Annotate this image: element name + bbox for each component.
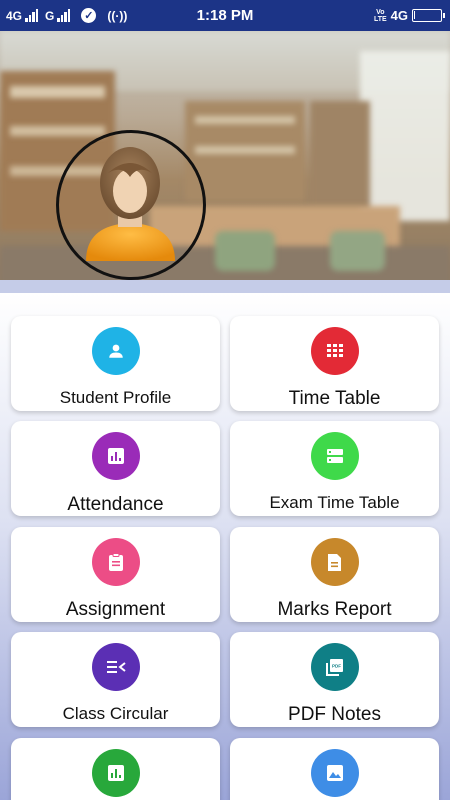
chart-icon-2	[91, 749, 140, 797]
menu-grid: Student Profile Time Table Attendance Ex…	[0, 293, 450, 800]
pdf-notes-label: PDF Notes	[288, 704, 381, 725]
network-type-right: 4G	[390, 8, 408, 23]
status-left: 4G G ✓ ((·))	[6, 0, 127, 31]
header-background-image	[0, 31, 450, 280]
time-table-label: Time Table	[288, 388, 381, 409]
class-circular-label: Class Circular	[62, 704, 169, 723]
gallery-card[interactable]	[230, 738, 439, 800]
volte-icon: Vo LTE	[374, 9, 387, 23]
chart-icon	[91, 432, 140, 480]
svg-text:PDF: PDF	[332, 663, 341, 668]
marks-report-card[interactable]: Marks Report	[230, 527, 439, 622]
image-icon	[310, 749, 359, 797]
document-icon	[310, 538, 359, 586]
status-bar: 4G G ✓ ((·)) 1:18 PM Vo LTE 4G	[0, 0, 450, 31]
student-profile-label: Student Profile	[59, 388, 172, 407]
report-card[interactable]	[11, 738, 220, 800]
attendance-label: Attendance	[67, 494, 164, 515]
pdf-icon: PDF	[310, 643, 359, 691]
grid-icon	[310, 327, 359, 375]
volte-top: Vo	[376, 8, 385, 16]
volte-bottom: LTE	[373, 15, 387, 23]
assignment-label: Assignment	[65, 599, 166, 620]
check-icon: ✓	[81, 8, 97, 23]
exam-time-table-card[interactable]: Exam Time Table	[230, 421, 439, 516]
hotspot-icon: ((·))	[107, 8, 128, 23]
class-circular-card[interactable]: Class Circular	[11, 632, 220, 727]
list-icon	[310, 432, 359, 480]
pdf-notes-card[interactable]: PDF PDF Notes	[230, 632, 439, 727]
assignment-card[interactable]: Assignment	[11, 527, 220, 622]
divider-strip	[0, 280, 450, 293]
person-icon	[91, 327, 140, 375]
feed-icon	[91, 643, 140, 691]
clipboard-icon	[91, 538, 140, 586]
attendance-card[interactable]: Attendance	[11, 421, 220, 516]
battery-icon	[412, 9, 445, 22]
marks-report-label: Marks Report	[277, 599, 392, 620]
network-type-1: 4G	[6, 8, 23, 23]
signal-icon	[25, 9, 39, 22]
network-type-2: G	[45, 8, 55, 23]
exam-time-table-label: Exam Time Table	[269, 493, 400, 512]
student-profile-card[interactable]: Student Profile	[11, 316, 220, 411]
time-table-card[interactable]: Time Table	[230, 316, 439, 411]
signal-icon-2	[57, 9, 71, 22]
avatar-ring	[56, 130, 206, 280]
status-right: Vo LTE 4G	[374, 0, 445, 31]
